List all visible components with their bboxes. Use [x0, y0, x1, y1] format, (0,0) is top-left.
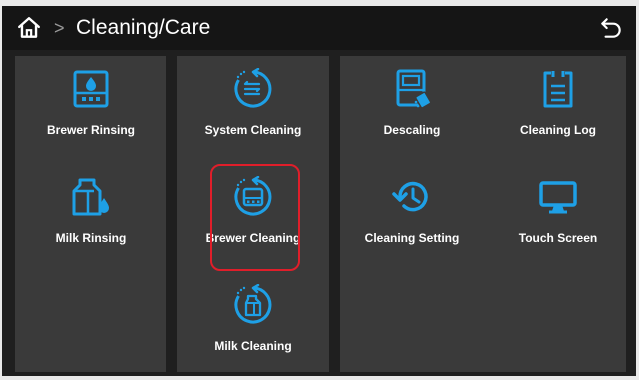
clipboard-icon: [543, 71, 573, 108]
top-bar: > Cleaning/Care: [2, 6, 636, 50]
milk-rinsing-label: Milk Rinsing: [55, 231, 127, 245]
milk-cleaning-button[interactable]: Milk Cleaning: [183, 284, 323, 364]
milk-rinsing-icon: [72, 178, 109, 216]
cleaning-care-screen: > Cleaning/Care Brewer Rinsing Milk Rins: [2, 6, 636, 376]
milk-cleaning-icon: [234, 284, 272, 324]
descaling-button[interactable]: Descaling: [342, 68, 482, 148]
monitor-icon: [539, 181, 577, 214]
history-icon: [392, 181, 428, 212]
touch-screen-button[interactable]: Touch Screen: [488, 176, 628, 256]
cleaning-log-button[interactable]: Cleaning Log: [488, 68, 628, 148]
selection-highlight: [210, 164, 300, 271]
breadcrumb-separator: >: [54, 18, 65, 38]
brewer-rinsing-button[interactable]: Brewer Rinsing: [21, 68, 161, 148]
cleaning-setting-button[interactable]: Cleaning Setting: [342, 176, 482, 256]
page-title: Cleaning/Care: [76, 16, 211, 39]
brewer-rinsing-icon: [73, 70, 109, 108]
brewer-rinsing-label: Brewer Rinsing: [46, 123, 136, 137]
system-cleaning-icon: [234, 68, 272, 108]
milk-rinsing-button[interactable]: Milk Rinsing: [21, 176, 161, 256]
cleaning-setting-label: Cleaning Setting: [364, 231, 460, 245]
home-icon[interactable]: [16, 15, 42, 41]
system-cleaning-label: System Cleaning: [204, 123, 302, 137]
cleaning-log-label: Cleaning Log: [520, 123, 596, 137]
descaling-label: Descaling: [383, 123, 441, 137]
milk-cleaning-label: Milk Cleaning: [214, 339, 292, 353]
system-cleaning-button[interactable]: System Cleaning: [183, 68, 323, 148]
back-icon[interactable]: [598, 15, 624, 41]
touch-screen-label: Touch Screen: [518, 231, 598, 245]
descaling-icon: [396, 69, 432, 109]
